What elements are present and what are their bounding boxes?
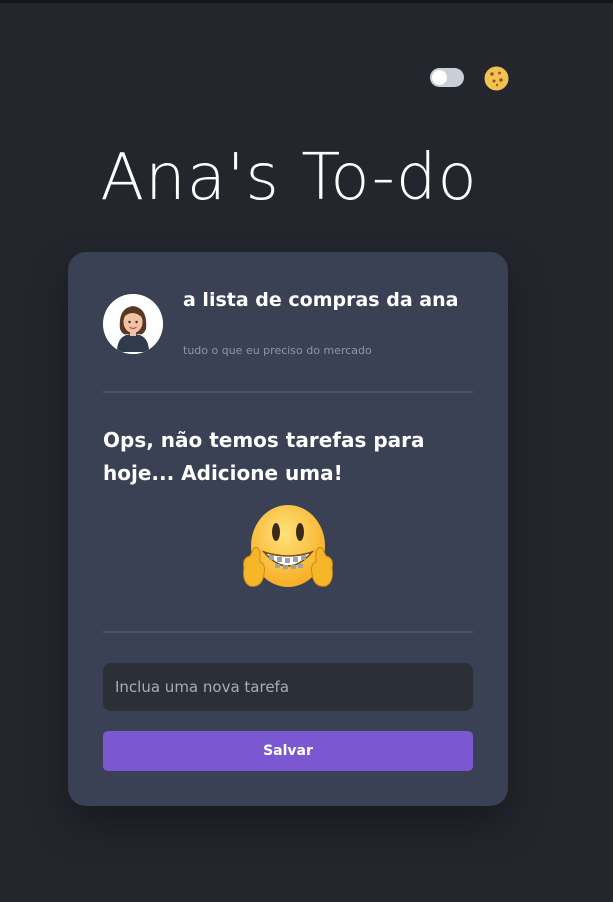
todo-card: a lista de compras da ana tudo o que eu …	[68, 252, 508, 806]
cookie-icon[interactable]	[484, 66, 509, 91]
grinning-braces-thumbs-up-icon	[243, 505, 333, 587]
theme-toggle[interactable]	[430, 68, 464, 87]
divider-bottom	[103, 631, 473, 633]
avatar-woman-icon	[103, 294, 163, 354]
divider-top	[103, 391, 473, 393]
list-subtitle: tudo o que eu preciso do mercado	[183, 344, 372, 357]
empty-state-message: Ops, não temos tarefas para hoje... Adic…	[103, 428, 425, 485]
toggle-knob	[432, 70, 447, 85]
page-title: Ana's To-do	[100, 141, 478, 215]
save-button[interactable]: Salvar	[103, 731, 473, 771]
window-top-edge	[0, 0, 613, 3]
new-task-input[interactable]	[103, 663, 473, 711]
list-title: a lista de compras da ana	[183, 289, 459, 311]
